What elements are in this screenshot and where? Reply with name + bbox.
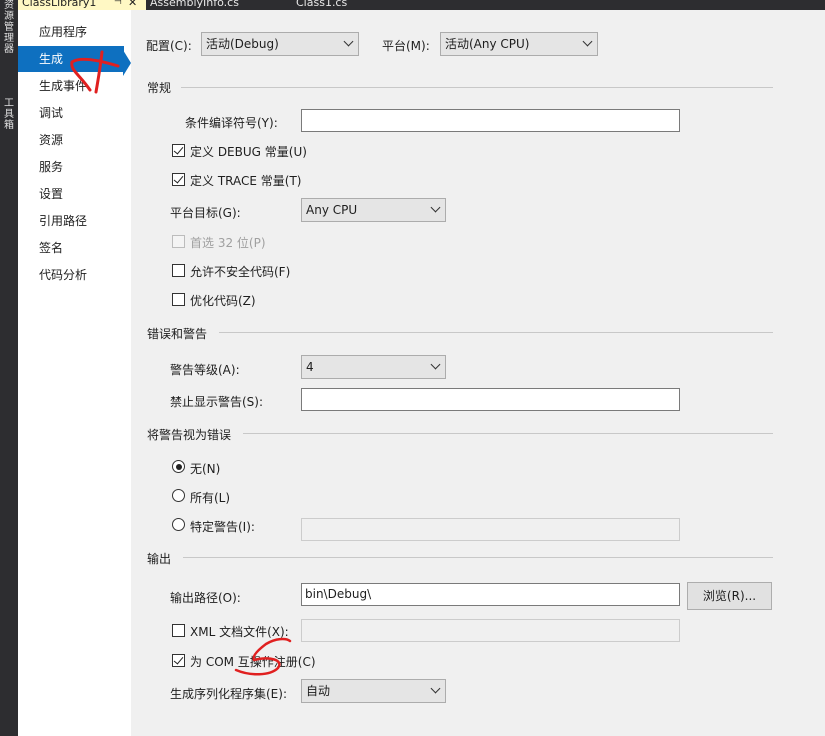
tab-classlibrary1[interactable]: ClassLibrary1 ⊣ ✕ — [18, 0, 146, 10]
unsafe-code-label: 允许不安全代码(F) — [190, 265, 291, 279]
tab-class1[interactable]: Class1.cs — [292, 0, 351, 10]
platform-value: 活动(Any CPU) — [445, 37, 530, 51]
nav-item-build[interactable]: 生成 — [18, 46, 124, 72]
serialization-value: 自动 — [306, 684, 331, 698]
unsafe-code-checkbox[interactable] — [172, 264, 185, 277]
config-value: 活动(Debug) — [206, 37, 279, 51]
section-general-title: 常规 — [147, 81, 172, 95]
define-trace-checkbox[interactable] — [172, 173, 185, 186]
close-icon[interactable]: ✕ — [128, 0, 137, 9]
pin-icon[interactable]: ⊣ — [114, 0, 122, 9]
section-output-title: 输出 — [147, 552, 172, 566]
radio-all[interactable] — [172, 489, 185, 502]
prefer32-checkbox[interactable] — [172, 235, 185, 248]
nav-item-services[interactable]: 服务 — [18, 154, 131, 180]
chevron-down-icon — [343, 36, 354, 47]
xml-doc-path-input[interactable] — [301, 619, 680, 642]
section-divider — [243, 433, 773, 434]
section-divider — [183, 557, 773, 558]
chevron-down-icon — [430, 683, 441, 694]
radio-none[interactable] — [172, 460, 185, 473]
section-treat-title: 将警告视为错误 — [147, 428, 232, 442]
side-tab-toolbox[interactable]: 工具箱 — [2, 98, 16, 131]
output-path-label: 输出路径(O): — [170, 591, 241, 605]
config-label: 配置(C): — [146, 39, 192, 53]
warning-level-dropdown[interactable]: 4 — [301, 355, 446, 379]
tab-assemblyinfo[interactable]: AssemblyInfo.cs — [146, 0, 243, 10]
nav-item-build-events[interactable]: 生成事件 — [18, 73, 131, 99]
nav-item-signing[interactable]: 签名 — [18, 235, 131, 261]
suppress-warnings-label: 禁止显示警告(S): — [170, 395, 264, 409]
document-tab-strip: ClassLibrary1 ⊣ ✕ AssemblyInfo.cs Class1… — [18, 0, 825, 10]
platform-target-value: Any CPU — [306, 203, 358, 217]
platform-label: 平台(M): — [382, 39, 430, 53]
xml-doc-checkbox[interactable] — [172, 624, 185, 637]
warning-level-label: 警告等级(A): — [170, 363, 240, 377]
nav-item-application[interactable]: 应用程序 — [18, 19, 131, 45]
platform-target-dropdown[interactable]: Any CPU — [301, 198, 446, 222]
optimize-code-checkbox[interactable] — [172, 293, 185, 306]
nav-item-settings[interactable]: 设置 — [18, 181, 131, 207]
chevron-down-icon — [582, 36, 593, 47]
specific-warnings-input[interactable] — [301, 518, 680, 541]
nav-item-debug[interactable]: 调试 — [18, 100, 131, 126]
browse-button[interactable]: 浏览(R)... — [687, 582, 772, 610]
platform-dropdown[interactable]: 活动(Any CPU) — [440, 32, 598, 56]
cond-symbols-label: 条件编译符号(Y): — [185, 116, 278, 130]
section-errors-title: 错误和警告 — [147, 327, 208, 341]
property-nav: 应用程序 生成 生成事件 调试 资源 服务 设置 引用路径 签名 代码分析 — [18, 10, 131, 736]
output-path-input[interactable]: bin\Debug\ — [301, 583, 680, 606]
config-dropdown[interactable]: 活动(Debug) — [201, 32, 359, 56]
suppress-warnings-input[interactable] — [301, 388, 680, 411]
serialization-label: 生成序列化程序集(E): — [170, 687, 287, 701]
nav-item-code-analysis[interactable]: 代码分析 — [18, 262, 131, 288]
tab-label: ClassLibrary1 — [22, 0, 97, 9]
active-nav-arrow — [123, 50, 131, 76]
side-tab-solution-explorer[interactable]: 资源管理器 — [2, 0, 16, 55]
com-interop-label: 为 COM 互操作注册(C) — [190, 655, 316, 669]
platform-target-label: 平台目标(G): — [170, 206, 241, 220]
radio-none-label: 无(N) — [190, 462, 221, 476]
cond-symbols-input[interactable] — [301, 109, 680, 132]
radio-specific[interactable] — [172, 518, 185, 531]
com-interop-checkbox[interactable] — [172, 654, 185, 667]
nav-item-resources[interactable]: 资源 — [18, 127, 131, 153]
build-settings-panel: 配置(C): 活动(Debug) 平台(M): 活动(Any CPU) 常规 条… — [131, 10, 825, 736]
section-divider — [219, 332, 773, 333]
optimize-code-label: 优化代码(Z) — [190, 294, 256, 308]
radio-all-label: 所有(L) — [190, 491, 231, 505]
chevron-down-icon — [430, 359, 441, 370]
section-divider — [181, 87, 773, 88]
define-trace-label: 定义 TRACE 常量(T) — [190, 174, 302, 188]
xml-doc-label: XML 文档文件(X): — [190, 625, 289, 639]
chevron-down-icon — [430, 202, 441, 213]
side-tool-strip: 资源管理器 工具箱 — [0, 0, 18, 736]
radio-specific-label: 特定警告(I): — [190, 520, 255, 534]
serialization-dropdown[interactable]: 自动 — [301, 679, 446, 703]
prefer32-label: 首选 32 位(P) — [190, 236, 266, 250]
nav-item-reference-paths[interactable]: 引用路径 — [18, 208, 131, 234]
define-debug-checkbox[interactable] — [172, 144, 185, 157]
define-debug-label: 定义 DEBUG 常量(U) — [190, 145, 307, 159]
warning-level-value: 4 — [306, 360, 314, 374]
